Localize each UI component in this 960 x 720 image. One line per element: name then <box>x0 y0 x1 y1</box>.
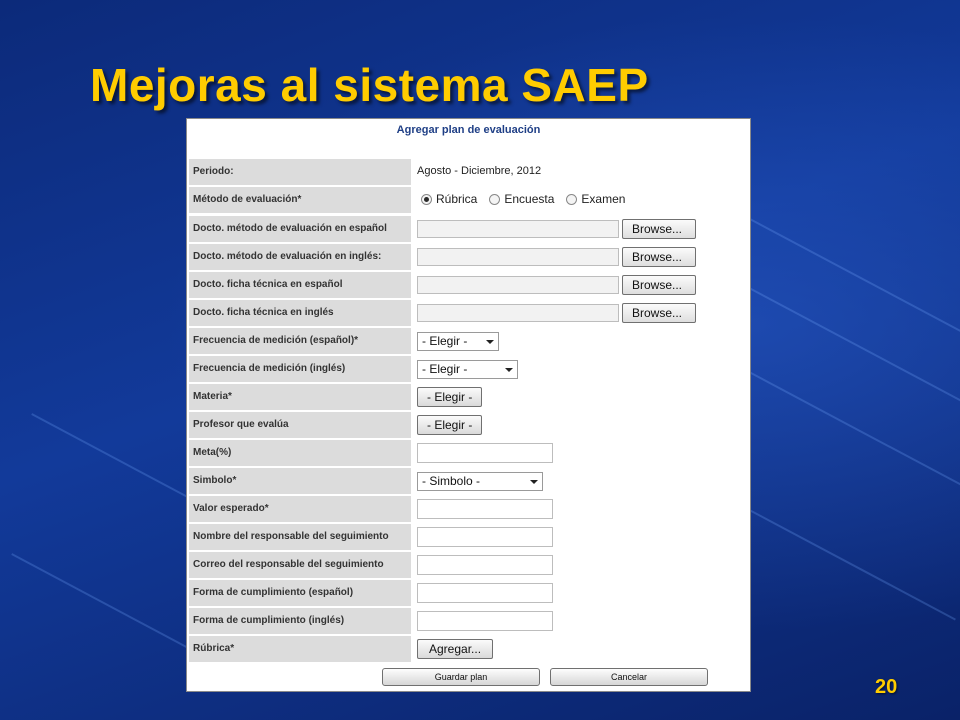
page-number: 20 <box>875 676 898 698</box>
forma-en-input[interactable] <box>417 611 553 631</box>
docto-ficha-en-browse-button[interactable]: Browse... <box>622 303 696 323</box>
save-plan-button[interactable]: Guardar plan <box>382 668 540 686</box>
row-docto-metodo-es: Docto. método de evaluación en español B… <box>189 216 749 242</box>
correo-responsable-input[interactable] <box>417 555 553 575</box>
docto-ficha-es-file-input[interactable] <box>417 276 619 294</box>
meta-label: Meta(%) <box>189 440 411 466</box>
radio-examen[interactable]: Examen <box>566 192 625 206</box>
radio-rubrica[interactable]: Rúbrica <box>421 192 477 206</box>
row-profesor: Profesor que evalúa - Elegir - <box>189 412 749 438</box>
docto-ficha-en-label: Docto. ficha técnica en inglés <box>189 300 411 326</box>
row-periodo: Periodo: Agosto - Diciembre, 2012 <box>189 159 749 185</box>
radio-rubrica-dot[interactable] <box>421 193 432 205</box>
frecuencia-es-selected: - Elegir - <box>422 334 468 348</box>
docto-metodo-en-browse-button[interactable]: Browse... <box>622 247 696 267</box>
radio-encuesta-label: Encuesta <box>504 192 555 206</box>
row-frecuencia-es: Frecuencia de medición (español)* - Eleg… <box>189 328 749 354</box>
frecuencia-es-select[interactable]: - Elegir - <box>417 332 499 351</box>
docto-metodo-en-file-input[interactable] <box>417 248 619 266</box>
meta-input[interactable] <box>417 443 553 463</box>
docto-ficha-en-file-input[interactable] <box>417 304 619 322</box>
row-correo-responsable: Correo del responsable del seguimiento <box>189 552 749 578</box>
docto-ficha-es-label: Docto. ficha técnica en español <box>189 272 411 298</box>
rubrica-add-button[interactable]: Agregar... <box>417 639 494 659</box>
forma-es-input[interactable] <box>417 583 553 603</box>
profesor-label: Profesor que evalúa <box>189 412 411 438</box>
row-docto-ficha-en: Docto. ficha técnica en inglés Browse... <box>189 300 749 326</box>
cancel-button[interactable]: Cancelar <box>550 668 708 686</box>
materia-label: Materia* <box>189 384 411 410</box>
metodo-radio-group: Rúbrica Encuesta Examen <box>421 192 637 206</box>
row-nombre-responsable: Nombre del responsable del seguimiento <box>189 524 749 550</box>
docto-metodo-en-label: Docto. método de evaluación en inglés: <box>189 244 411 270</box>
row-metodo: Método de evaluación* Rúbrica Encuesta E… <box>189 187 749 213</box>
row-docto-ficha-es: Docto. ficha técnica en español Browse..… <box>189 272 749 298</box>
row-forma-en: Forma de cumplimiento (inglés) <box>189 608 749 634</box>
docto-metodo-es-file-input[interactable] <box>417 220 619 238</box>
materia-choose-button[interactable]: - Elegir - <box>417 387 483 407</box>
radio-rubrica-label: Rúbrica <box>436 192 478 206</box>
docto-metodo-es-label: Docto. método de evaluación en español <box>189 216 411 242</box>
row-docto-metodo-en: Docto. método de evaluación en inglés: B… <box>189 244 749 270</box>
radio-encuesta-dot[interactable] <box>489 193 501 205</box>
row-valor-esperado: Valor esperado* <box>189 496 749 522</box>
radio-examen-dot[interactable] <box>566 193 578 205</box>
periodo-label: Periodo: <box>189 159 411 185</box>
valor-esperado-input[interactable] <box>417 499 553 519</box>
frecuencia-en-label: Frecuencia de medición (inglés) <box>189 356 411 382</box>
row-forma-es: Forma de cumplimiento (español) <box>189 580 749 606</box>
nombre-responsable-input[interactable] <box>417 527 553 547</box>
docto-ficha-es-browse-button[interactable]: Browse... <box>622 275 696 295</box>
row-frecuencia-en: Frecuencia de medición (inglés) - Elegir… <box>189 356 749 382</box>
chevron-down-icon <box>486 340 494 344</box>
form-title: Agregar plan de evaluación <box>396 124 541 136</box>
chevron-down-icon <box>505 368 513 372</box>
row-rubrica: Rúbrica* Agregar... <box>189 636 749 662</box>
form-panel: Agregar plan de evaluación Periodo: Agos… <box>186 118 751 692</box>
periodo-value: Agosto - Diciembre, 2012 <box>417 165 542 177</box>
rubrica-label: Rúbrica* <box>189 636 411 662</box>
row-materia: Materia* - Elegir - <box>189 384 749 410</box>
correo-responsable-label: Correo del responsable del seguimiento <box>189 552 411 578</box>
valor-esperado-label: Valor esperado* <box>189 496 411 522</box>
radio-encuesta[interactable]: Encuesta <box>489 192 554 206</box>
metodo-label: Método de evaluación* <box>189 187 411 213</box>
simbolo-select[interactable]: - Simbolo - <box>417 472 543 491</box>
slide-title: Mejoras al sistema SAEP <box>90 59 649 111</box>
profesor-choose-button[interactable]: - Elegir - <box>417 415 483 435</box>
chevron-down-icon <box>530 480 538 484</box>
forma-en-label: Forma de cumplimiento (inglés) <box>189 608 411 634</box>
frecuencia-es-label: Frecuencia de medición (español)* <box>189 328 411 354</box>
row-meta: Meta(%) <box>189 440 749 466</box>
radio-examen-label: Examen <box>581 192 626 206</box>
forma-es-label: Forma de cumplimiento (español) <box>189 580 411 606</box>
row-simbolo: Simbolo* - Simbolo - <box>189 468 749 494</box>
frecuencia-en-selected: - Elegir - <box>422 362 468 376</box>
simbolo-label: Simbolo* <box>189 468 411 494</box>
nombre-responsable-label: Nombre del responsable del seguimiento <box>189 524 411 550</box>
docto-metodo-es-browse-button[interactable]: Browse... <box>622 219 696 239</box>
simbolo-selected: - Simbolo - <box>422 474 481 488</box>
frecuencia-en-select[interactable]: - Elegir - <box>417 360 518 379</box>
